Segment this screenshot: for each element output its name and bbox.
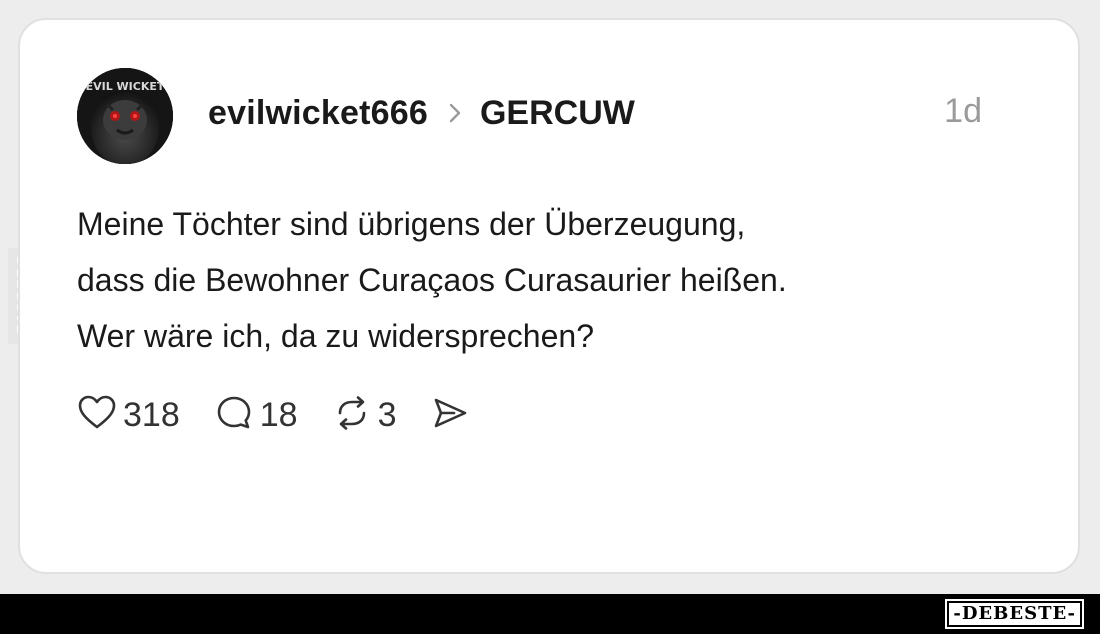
repost-count: 3 [377,395,397,434]
post-line-2: dass die Bewohner Curaçaos Curasaurier h… [77,262,787,298]
send-icon [430,393,470,438]
repost-icon [332,393,372,438]
author-username[interactable]: evilwicket666 [208,94,428,133]
post-body: Meine Töchter sind übrigens der Überzeug… [77,196,977,364]
footer-bar: -DEBESTE- [0,594,1100,634]
footer-watermark-logo: -DEBESTE- [945,599,1084,629]
share-button[interactable] [430,393,470,438]
like-button[interactable]: 318 [77,393,180,438]
repost-button[interactable]: 3 [332,393,397,438]
post-card[interactable]: EVIL WICKET evilwicket666 GERCUW 1d Mein… [18,18,1080,574]
post-timestamp: 1d [944,92,982,130]
comment-count: 18 [259,395,298,434]
post-line-3: Wer wäre ich, da zu widersprechen? [77,318,594,354]
community-name[interactable]: GERCUW [480,94,635,133]
chevron-right-icon [448,102,462,124]
page: DEBESTE [0,0,1100,634]
avatar-text: EVIL WICKET [86,80,165,93]
comment-bubble-icon [214,393,254,438]
post-line-1: Meine Töchter sind übrigens der Überzeug… [77,206,746,242]
avatar[interactable]: EVIL WICKET [77,68,173,164]
heart-icon [77,393,117,438]
action-bar: 318 18 3 [77,390,504,440]
avatar-text-layer: EVIL WICKET [86,80,165,93]
post-header: evilwicket666 GERCUW [208,88,635,138]
comment-button[interactable]: 18 [214,393,298,438]
like-count: 318 [123,395,180,434]
